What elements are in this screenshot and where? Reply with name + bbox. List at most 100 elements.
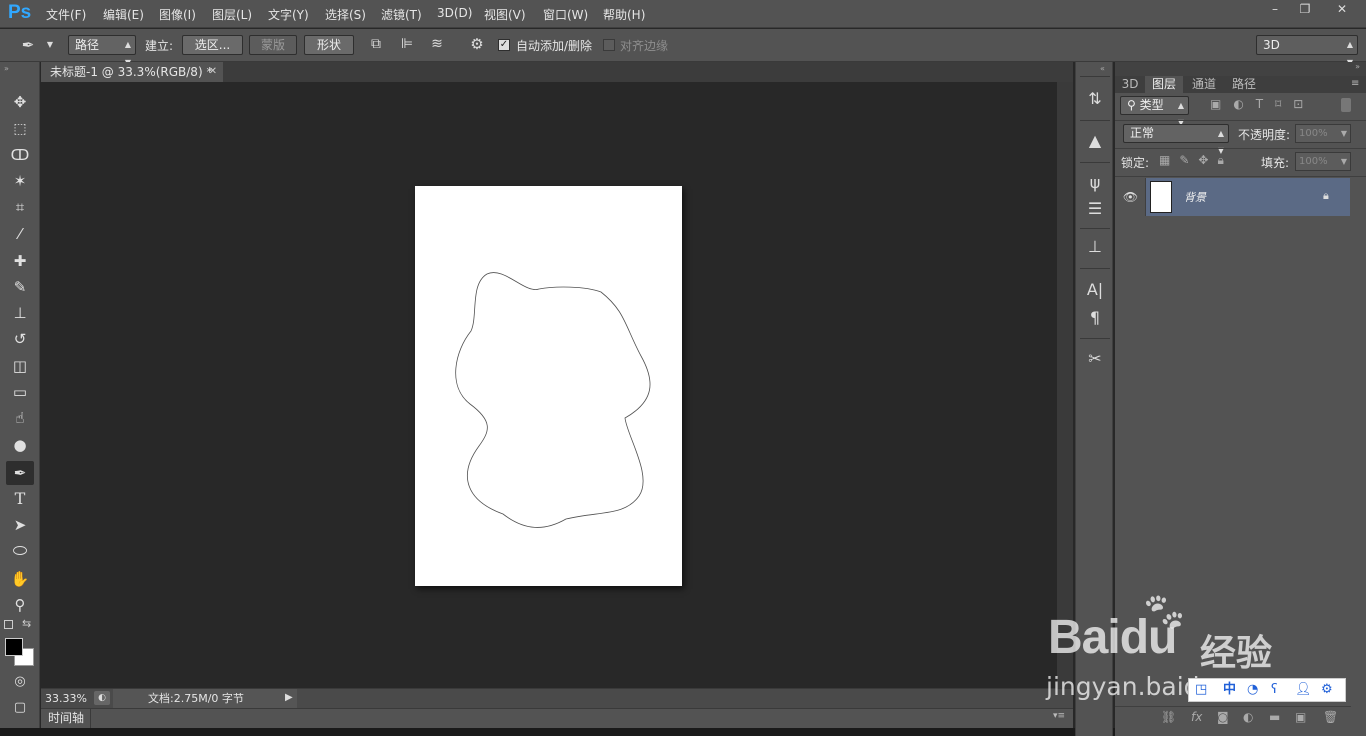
ime-user-icon[interactable]: 👤︎: [1295, 679, 1312, 701]
path-alignment-icon[interactable]: ⊫: [397, 34, 417, 54]
strip-divider: [1080, 120, 1110, 121]
clone-source-icon[interactable]: ⊥: [1084, 236, 1106, 258]
eye-icon[interactable]: 👁︎: [1116, 178, 1146, 216]
tab-channels[interactable]: 通道: [1185, 76, 1223, 93]
default-colors-icon[interactable]: [4, 620, 13, 629]
make-selection-button[interactable]: 选区...: [182, 35, 243, 55]
stamp-tool-icon[interactable]: ⊥: [6, 301, 34, 325]
hand-tool-icon[interactable]: ✋: [6, 567, 34, 591]
path-operations-icon[interactable]: ⧉: [366, 34, 386, 54]
tab-paths[interactable]: 路径: [1225, 76, 1263, 93]
adjustments-icon[interactable]: ☰: [1084, 198, 1106, 220]
timeline-tab[interactable]: 时间轴: [41, 709, 91, 728]
marquee-tool-icon[interactable]: ⬚: [6, 117, 34, 141]
brushes-icon[interactable]: ψ: [1084, 172, 1106, 194]
make-mask-button[interactable]: 蒙版: [249, 35, 297, 55]
fill-input[interactable]: 100% ▼: [1295, 152, 1351, 171]
dodge-icon[interactable]: ●: [6, 433, 34, 457]
character-panel-icon[interactable]: A|: [1084, 279, 1106, 301]
swap-colors-icon[interactable]: ⇆: [22, 617, 31, 630]
path-select-icon[interactable]: ➤: [6, 513, 34, 537]
menu-file[interactable]: 文件(F): [46, 6, 86, 23]
lock-icon[interactable]: 🔒︎: [1323, 189, 1329, 203]
brush-tool-icon[interactable]: ✎: [6, 275, 34, 299]
healing-brush-icon[interactable]: ✚: [6, 249, 34, 273]
opacity-input[interactable]: 100% ▼: [1295, 124, 1351, 143]
align-edges-checkbox[interactable]: [603, 39, 615, 51]
menu-3d[interactable]: 3D(D): [437, 6, 472, 20]
history-brush-icon[interactable]: ↺: [6, 327, 34, 351]
menu-image[interactable]: 图像(I): [159, 6, 196, 23]
tool-presets-icon[interactable]: ✂: [1084, 348, 1106, 370]
tab-3d[interactable]: 3D: [1117, 76, 1143, 93]
menu-type[interactable]: 文字(Y): [268, 6, 309, 23]
eyedropper-icon[interactable]: ⁄: [6, 222, 34, 246]
paragraph-panel-icon[interactable]: ¶: [1084, 307, 1106, 329]
layer-filter-icons[interactable]: ▣◐T⌑⊡: [1210, 97, 1315, 111]
panel-menu-icon[interactable]: ≡: [1351, 78, 1359, 89]
ellipse-tool-icon[interactable]: ⬭: [6, 539, 34, 563]
histogram-icon[interactable]: ▲: [1084, 130, 1106, 152]
auto-add-delete-checkbox[interactable]: ✓: [498, 39, 510, 51]
move-tool-icon[interactable]: ✥: [6, 90, 34, 114]
expand-panels-icon[interactable]: «: [1100, 64, 1105, 73]
document-canvas[interactable]: [415, 186, 682, 586]
lock-options-icons[interactable]: ▦✎✥🔒︎: [1159, 153, 1233, 168]
zoom-tool-icon[interactable]: ⚲: [6, 593, 34, 617]
menu-window[interactable]: 窗口(W): [543, 6, 588, 23]
foreground-color-swatch[interactable]: [5, 638, 23, 656]
eraser-icon[interactable]: ◫: [6, 354, 34, 378]
workspace-value: 3D: [1263, 38, 1280, 52]
ime-toolbar[interactable]: ◳ 中 ◔ ʕ 👤︎ ⚙: [1188, 678, 1346, 702]
restore-button[interactable]: ❐: [1288, 0, 1322, 18]
layer-filter-select[interactable]: ⚲ 类型 ▲ ▼: [1120, 96, 1189, 127]
gear-icon[interactable]: ⚙: [467, 34, 487, 54]
path-mode-select[interactable]: 路径 ▲▼: [68, 35, 136, 67]
menu-layer[interactable]: 图层(L): [212, 6, 252, 23]
menu-select[interactable]: 选择(S): [325, 6, 366, 23]
minimize-button[interactable]: –: [1258, 0, 1292, 18]
pen-tool-icon[interactable]: ✒: [6, 461, 34, 485]
menu-view[interactable]: 视图(V): [484, 6, 526, 23]
search-icon: ⚲: [1127, 98, 1140, 112]
close-document-icon[interactable]: ✕: [209, 62, 217, 82]
collapse-toolbar-icon[interactable]: »: [4, 64, 9, 73]
ime-language-toggle[interactable]: 中: [1223, 679, 1236, 701]
filter-toggle-icon[interactable]: [1341, 98, 1351, 112]
screen-mode-icon[interactable]: ▢: [6, 696, 34, 720]
collapse-panel-icon[interactable]: »: [1355, 62, 1360, 71]
tab-layers[interactable]: 图层: [1145, 76, 1183, 93]
smudge-icon[interactable]: ☝: [6, 406, 34, 430]
magic-wand-icon[interactable]: ✶: [6, 169, 34, 193]
close-button[interactable]: ✕: [1322, 0, 1362, 18]
tool-preset-chevron-icon[interactable]: ▼: [45, 35, 55, 55]
document-tab[interactable]: 未标题-1 @ 33.3%(RGB/8) * ✕: [41, 62, 223, 82]
fill-label: 填充:: [1261, 156, 1290, 170]
crop-tool-icon[interactable]: ⌗: [6, 195, 34, 219]
history-panel-icon[interactable]: ⇅: [1084, 88, 1106, 110]
menu-filter[interactable]: 滤镜(T): [381, 6, 422, 23]
status-options-icon[interactable]: ◐: [94, 691, 110, 705]
menu-edit[interactable]: 编辑(E): [103, 6, 144, 23]
ime-punctuation-icon[interactable]: ◔: [1247, 679, 1258, 701]
lasso-tool-icon[interactable]: ↀ: [6, 143, 34, 167]
type-tool-icon[interactable]: T: [6, 487, 34, 511]
blend-mode-select[interactable]: 正常 ▲ ▼: [1123, 124, 1229, 155]
gradient-icon[interactable]: ▭: [6, 380, 34, 404]
quick-mask-icon[interactable]: ◎: [6, 670, 34, 694]
layer-thumbnail: [1150, 181, 1172, 213]
zoom-level[interactable]: 33.33%: [45, 692, 87, 705]
layer-row-background[interactable]: 👁︎ 背景 🔒︎: [1116, 178, 1350, 216]
layer-name[interactable]: 背景: [1184, 189, 1206, 205]
status-menu-arrow-icon[interactable]: ▶: [285, 692, 293, 703]
make-shape-button[interactable]: 形状: [304, 35, 354, 55]
path-arrangement-icon[interactable]: ≋: [427, 34, 447, 54]
workspace-select[interactable]: 3D ▲▼: [1256, 35, 1358, 67]
ime-settings-icon[interactable]: ⚙: [1321, 679, 1333, 701]
ime-logo-icon[interactable]: ◳: [1195, 679, 1207, 701]
timeline-panel: 时间轴 ▾≡: [41, 708, 1073, 728]
menu-help[interactable]: 帮助(H): [603, 6, 645, 23]
pen-tool-icon[interactable]: ✒: [18, 35, 38, 55]
document-info: 文档:2.75M/0 字节: [113, 689, 297, 708]
ime-symbol-icon[interactable]: ʕ: [1271, 679, 1278, 701]
